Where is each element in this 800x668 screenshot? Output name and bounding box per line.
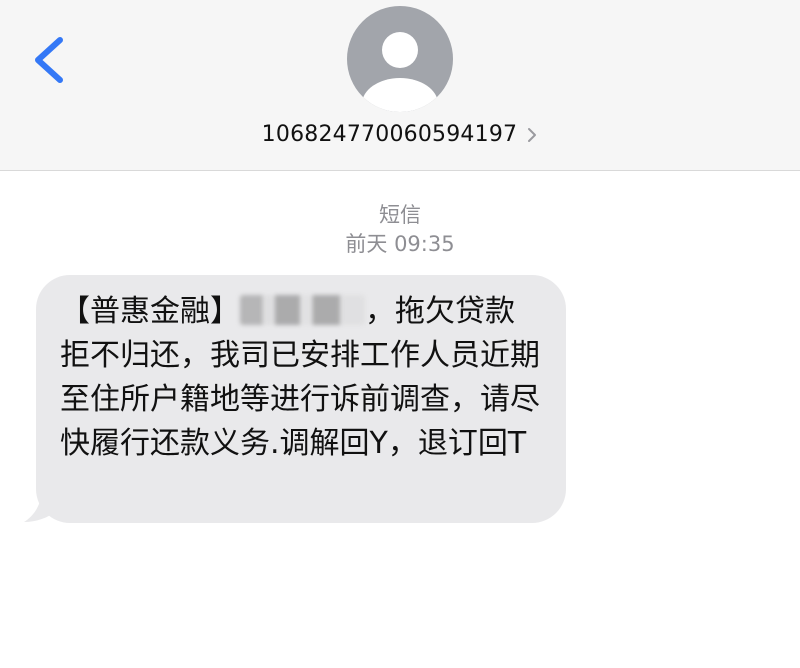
message-text[interactable]: 【普惠金融】 ，拖欠贷款拒不归还，我司已安排工作人员近期至住所户籍地等进行诉前调查… (60, 290, 540, 466)
chevron-right-icon (528, 127, 537, 142)
message-type-label: 短信 (379, 203, 421, 227)
sender-details-link[interactable]: 106824770060594197 (0, 122, 800, 147)
person-icon (362, 32, 438, 112)
chevron-left-icon (35, 37, 63, 83)
redacted-name (240, 295, 365, 325)
message-text-part1: 【普惠金融】 (60, 294, 240, 329)
contact-avatar[interactable] (347, 6, 453, 112)
message-timestamp: 前天 09:35 (345, 232, 455, 256)
back-button[interactable] (22, 30, 78, 90)
conversation-header: 106824770060594197 (0, 0, 800, 171)
messages-screen: 106824770060594197 短信 前天 09:35 【普惠金融】 ，拖欠… (0, 0, 800, 668)
sender-number: 106824770060594197 (261, 122, 518, 147)
